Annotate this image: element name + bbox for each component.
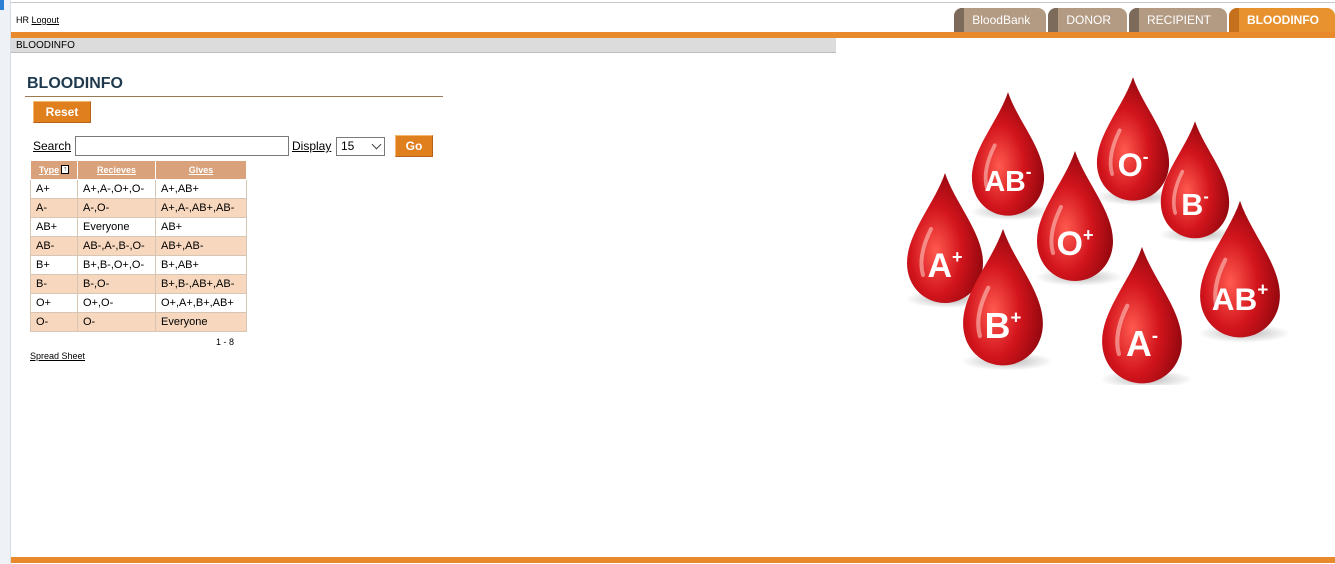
logout-link[interactable]: Logout (32, 15, 60, 25)
cell-recieves: O+,O- (77, 293, 156, 313)
pager-range: 1 - 8 (216, 337, 235, 347)
cell-recieves: B+,B-,O+,O- (77, 255, 156, 275)
cell-gives: B+,B-,AB+,AB- (155, 274, 247, 294)
cell-recieves: B-,O- (77, 274, 156, 294)
cell-type: O- (30, 312, 78, 332)
tab-label: BLOODINFO (1247, 13, 1319, 27)
cell-gives: O+,A+,B+,AB+ (155, 293, 247, 313)
search-input[interactable] (75, 136, 289, 156)
cell-type: AB- (30, 236, 78, 256)
chevron-down-icon (371, 139, 382, 150)
tab-label: DONOR (1066, 13, 1111, 27)
sort-up-icon[interactable]: ↑ (61, 165, 70, 174)
display-label[interactable]: Display (292, 139, 331, 153)
table-row: A+ A+,A-,O+,O- A+,AB+ (30, 179, 247, 199)
column-header-gives[interactable]: Gives (155, 160, 247, 180)
cell-recieves: A-,O- (77, 198, 156, 218)
edge-marker (0, 0, 4, 10)
column-header-label: Type (38, 165, 60, 175)
tab-bloodinfo[interactable]: BLOODINFO (1229, 8, 1335, 32)
main-tabs: BloodBank DONOR RECIPIENT BLOODINFO (952, 8, 1335, 32)
cell-recieves: O- (77, 312, 156, 332)
tab-bloodbank[interactable]: BloodBank (954, 8, 1047, 32)
cell-type: A- (30, 198, 78, 218)
display-select[interactable]: 15 (336, 137, 385, 156)
username: HR (16, 15, 29, 25)
cell-type: AB+ (30, 217, 78, 237)
cell-type: B+ (30, 255, 78, 275)
blood-type-label: AB- (985, 163, 1032, 198)
go-button[interactable]: Go (395, 135, 433, 157)
table-body: A+ A+,A-,O+,O- A+,AB+ A- A-,O- A+,A-,AB+,AB- A… (30, 179, 247, 332)
tab-label: RECIPIENT (1146, 13, 1211, 27)
column-header-recieves[interactable]: Recieves (77, 160, 156, 180)
top-divider (11, 2, 1335, 3)
cell-gives: A+,AB+ (155, 179, 247, 199)
column-header-type[interactable]: Type ↑ (30, 160, 78, 180)
blood-drop-icon: B- (1159, 121, 1239, 243)
app-frame: HR Logout BloodBank DONOR RECIPIENT BLOO… (0, 0, 1335, 564)
footer-accent-bar (11, 557, 1335, 563)
table-row: O+ O+,O- O+,A+,B+,AB+ (30, 293, 247, 313)
cell-type: O+ (30, 293, 78, 313)
table-row: B+ B+,B-,O+,O- B+,AB+ (30, 255, 247, 275)
page-title: BLOODINFO (27, 75, 123, 92)
table-row: B- B-,O- B+,B-,AB+,AB- (30, 274, 247, 294)
blood-drop-icon: A- (1100, 246, 1193, 385)
title-underline (25, 96, 443, 97)
cell-gives: Everyone (155, 312, 247, 332)
cell-gives: AB+,AB- (155, 236, 247, 256)
table-row: AB- AB-,A-,B-,O- AB+,AB- (30, 236, 247, 256)
column-header-label: Recieves (96, 165, 137, 175)
tab-recipient[interactable]: RECIPIENT (1128, 8, 1227, 32)
reset-button[interactable]: Reset (33, 101, 91, 123)
drop-layer: A+AB-O+O-B-B+A-AB+ (905, 77, 1291, 385)
table-row: AB+ Everyone AB+ (30, 217, 247, 237)
table-row: O- O- Everyone (30, 312, 247, 332)
cell-type: A+ (30, 179, 78, 199)
cell-gives: AB+ (155, 217, 247, 237)
cell-recieves: A+,A-,O+,O- (77, 179, 156, 199)
cell-recieves: Everyone (77, 217, 156, 237)
column-header-label: Gives (188, 165, 214, 175)
blood-drop-icon: AB- (970, 92, 1054, 221)
blood-drops-image: A+AB-O+O-B-B+A-AB+ (905, 77, 1291, 385)
tab-donor[interactable]: DONOR (1048, 8, 1127, 32)
user-area: HR Logout (16, 15, 59, 25)
blood-info-table: Type ↑ Recieves Gives A+ A+,A-,O+,O- A+,AB+… (30, 160, 247, 332)
cell-gives: A+,A-,AB+,AB- (155, 198, 247, 218)
display-value: 15 (341, 139, 355, 153)
spreadsheet-link[interactable]: Spread Sheet (30, 351, 85, 361)
cell-recieves: AB-,A-,B-,O- (77, 236, 156, 256)
tab-label: BloodBank (972, 13, 1031, 27)
table-row: A- A-,O- A+,A-,AB+,AB- (30, 198, 247, 218)
breadcrumb: BLOODINFO (11, 38, 836, 53)
cell-type: B- (30, 274, 78, 294)
left-edge-strip (0, 0, 11, 564)
search-label[interactable]: Search (33, 139, 71, 153)
table-header-row: Type ↑ Recieves Gives (30, 160, 247, 180)
cell-gives: B+,AB+ (155, 255, 247, 275)
